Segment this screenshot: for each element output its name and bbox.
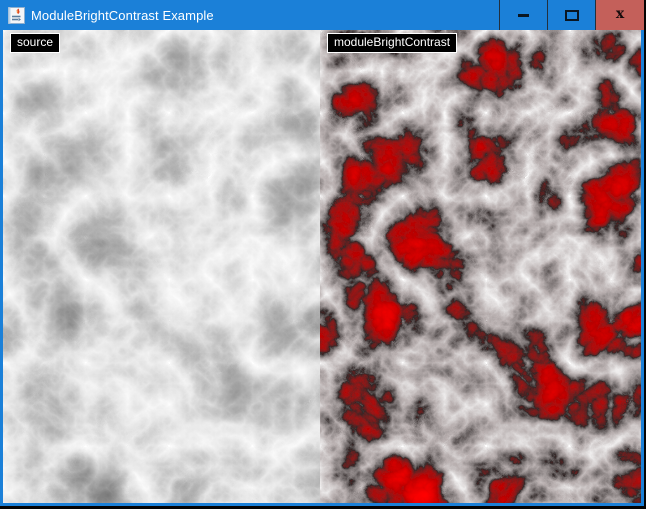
brightcontrast-image-panel: moduleBrightContrast bbox=[320, 30, 641, 503]
close-icon: x bbox=[616, 7, 624, 21]
source-noise-image bbox=[3, 30, 320, 503]
close-button[interactable]: x bbox=[595, 0, 644, 30]
app-window: ModuleBrightContrast Example x source bbox=[0, 0, 644, 506]
screen: ModuleBrightContrast Example x source bbox=[0, 0, 646, 509]
brightcontrast-noise-image bbox=[320, 30, 641, 503]
window-controls: x bbox=[499, 0, 644, 30]
window-title: ModuleBrightContrast Example bbox=[31, 8, 499, 23]
source-image-panel: source bbox=[3, 30, 320, 503]
source-label: source bbox=[10, 33, 60, 53]
java-app-icon[interactable] bbox=[8, 7, 25, 24]
maximize-button[interactable] bbox=[547, 0, 595, 30]
content-area: source moduleBrightContrast bbox=[3, 30, 641, 503]
title-bar[interactable]: ModuleBrightContrast Example x bbox=[0, 0, 644, 30]
maximize-icon bbox=[565, 10, 579, 21]
coffee-steam-inner-icon bbox=[17, 10, 18, 12]
minimize-button[interactable] bbox=[499, 0, 547, 30]
brightcontrast-label: moduleBrightContrast bbox=[327, 33, 457, 53]
minimize-icon bbox=[518, 14, 529, 17]
